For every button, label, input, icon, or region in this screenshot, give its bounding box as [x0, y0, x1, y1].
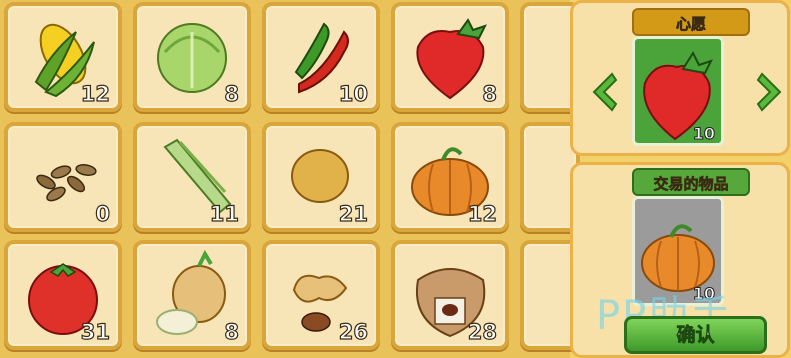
slot-count: 8	[224, 81, 240, 106]
slot-potato[interactable]: 21	[262, 122, 380, 232]
wish-item-box[interactable]: 10	[632, 36, 724, 146]
wish-label: 心愿	[632, 8, 750, 36]
slot-chili-pepper[interactable]: 10	[262, 2, 380, 112]
slot-count: 8	[224, 319, 240, 344]
slot-coffee-bean-sack[interactable]: 28	[391, 240, 509, 350]
slot-peanut[interactable]: 26	[262, 240, 380, 350]
confirm-button[interactable]: 确认	[624, 316, 767, 354]
slot-count: 8	[482, 81, 498, 106]
slot-count: 10	[338, 81, 368, 106]
slot-count: 28	[467, 319, 497, 344]
slot-corn[interactable]: 12	[4, 2, 122, 112]
slot-bamboo-shoot[interactable]: 11	[133, 122, 251, 232]
slot-count: 11	[209, 201, 239, 226]
slot-count: 0	[95, 201, 111, 226]
slot-count: 26	[338, 319, 368, 344]
slot-seeds[interactable]: 0	[4, 122, 122, 232]
slot-cabbage[interactable]: 8	[133, 2, 251, 112]
chevron-left-icon	[592, 72, 618, 112]
slot-strawberry[interactable]: 8	[391, 2, 509, 112]
slot-count: 12	[80, 81, 110, 106]
slot-count: 12	[467, 201, 497, 226]
wish-count: 10	[692, 124, 715, 144]
slot-count: 21	[338, 201, 368, 226]
slot-count: 31	[80, 319, 110, 344]
trade-label: 交易的物品	[632, 168, 750, 196]
chevron-right-icon	[756, 72, 782, 112]
slot-pumpkin[interactable]: 12	[391, 122, 509, 232]
next-arrow-button[interactable]	[756, 70, 786, 114]
slot-tomato[interactable]: 31	[4, 240, 122, 350]
prev-arrow-button[interactable]	[588, 70, 618, 114]
slot-onion[interactable]: 8	[133, 240, 251, 350]
